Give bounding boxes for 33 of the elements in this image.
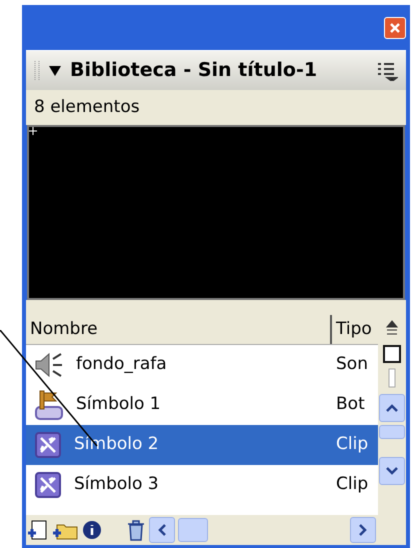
scroll-left-button[interactable] (149, 517, 175, 543)
horizontal-scroll-thumb[interactable] (178, 518, 208, 542)
collapse-toggle[interactable] (48, 64, 62, 76)
info-icon[interactable] (82, 520, 102, 540)
item-name: Símbolo 3 (74, 473, 160, 496)
item-name: fondo_rafa (76, 353, 168, 376)
scroll-up-button[interactable] (379, 394, 405, 422)
item-count: 8 elementos (34, 96, 140, 119)
close-button[interactable] (384, 16, 406, 38)
movieclip-icon (34, 471, 62, 499)
new-symbol-icon[interactable] (26, 519, 48, 541)
item-type: Clip (336, 473, 370, 496)
options-menu-icon[interactable] (376, 60, 398, 80)
column-header[interactable]: Tipo (332, 315, 378, 344)
new-window-icon[interactable] (382, 344, 402, 364)
item-type: Clip (336, 433, 370, 456)
item-type: Son (336, 353, 369, 376)
movieclip-icon (34, 431, 62, 459)
scroll-thumb[interactable] (379, 425, 405, 439)
triangle-icon (48, 64, 62, 76)
trash-icon[interactable] (126, 519, 146, 541)
library-row[interactable]: Símbolo 2 Clip (26, 425, 378, 465)
item-name: Símbolo 2 (74, 433, 160, 456)
button-symbol-icon (34, 389, 64, 421)
grip-icon[interactable] (34, 60, 40, 82)
panel-title: Biblioteca - Sin título-1 (70, 58, 318, 84)
close-icon (389, 22, 401, 34)
crosshair-icon (29, 127, 37, 135)
item-name: Símbolo 1 (76, 393, 162, 416)
scroll-right-button[interactable] (350, 517, 376, 543)
item-type: Bot (336, 393, 366, 416)
speaker-icon (34, 351, 64, 379)
scroll-down-button[interactable] (379, 457, 405, 485)
